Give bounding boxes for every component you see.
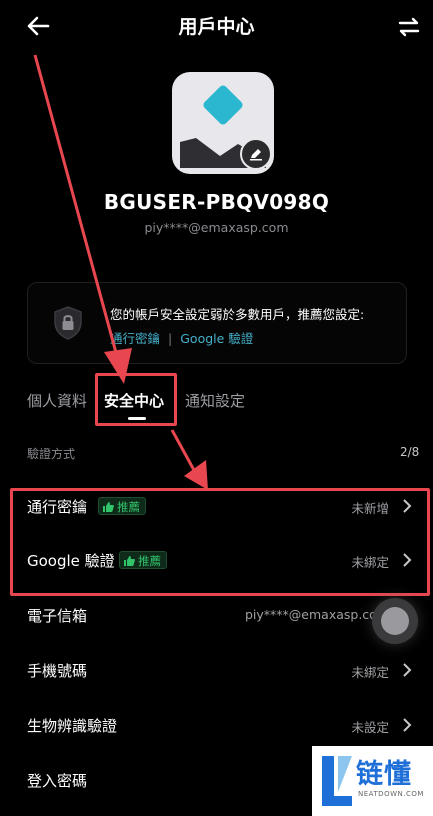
row-biometric[interactable]: 生物辨識驗證 未設定 — [0, 698, 433, 753]
annotation-highlight-rows — [10, 488, 430, 596]
security-suggestion-card — [27, 282, 407, 364]
user-email: piy****@emaxasp.com — [144, 220, 289, 235]
watermark-text: 链懂 — [356, 759, 412, 790]
chevron-right-icon — [403, 663, 412, 677]
annotation-arrow-line — [170, 429, 197, 473]
swap-icon[interactable] — [396, 14, 422, 40]
section-count: 2/8 — [400, 445, 420, 459]
pencil-icon — [250, 149, 262, 161]
row-value: piy****@emaxasp.com — [244, 607, 389, 622]
link-separator: | — [168, 331, 173, 346]
security-links: 通行密鑰 | Google 驗證 — [110, 328, 253, 347]
security-warning-text: 您的帳戶安全設定弱於多數用戶，推薦您設定: — [110, 307, 365, 322]
floating-assist-button[interactable] — [372, 598, 418, 644]
annotation-highlight-tab — [95, 373, 177, 426]
watermark-subtext: NEATDOWN.COM — [358, 790, 424, 798]
row-label: 生物辨識驗證 — [27, 717, 118, 735]
watermark: 链懂 NEATDOWN.COM — [312, 746, 433, 816]
row-label: 電子信箱 — [27, 607, 88, 625]
username: BGUSER-PBQV098Q — [103, 190, 330, 214]
chevron-right-icon — [403, 718, 412, 732]
edit-avatar-button[interactable] — [240, 138, 272, 170]
row-value: 未綁定 — [351, 665, 389, 680]
passkey-link[interactable]: 通行密鑰 — [110, 331, 160, 346]
section-label: 驗證方式 — [27, 447, 76, 461]
tab-notification-settings[interactable]: 通知設定 — [185, 390, 245, 411]
page-title: 用戶中心 — [178, 16, 255, 38]
row-phone[interactable]: 手機號碼 未綁定 — [0, 643, 433, 698]
row-email[interactable]: 電子信箱 piy****@emaxasp.com — [0, 588, 433, 643]
tab-personal-info[interactable]: 個人資料 — [27, 390, 87, 411]
google-auth-link[interactable]: Google 驗證 — [180, 331, 253, 346]
row-label: 登入密碼 — [27, 772, 88, 790]
avatar-diamond-shape — [201, 83, 245, 127]
row-value: 未設定 — [351, 720, 389, 735]
shield-lock-icon — [54, 306, 82, 340]
watermark-logo — [322, 756, 352, 806]
row-label: 手機號碼 — [27, 662, 88, 680]
